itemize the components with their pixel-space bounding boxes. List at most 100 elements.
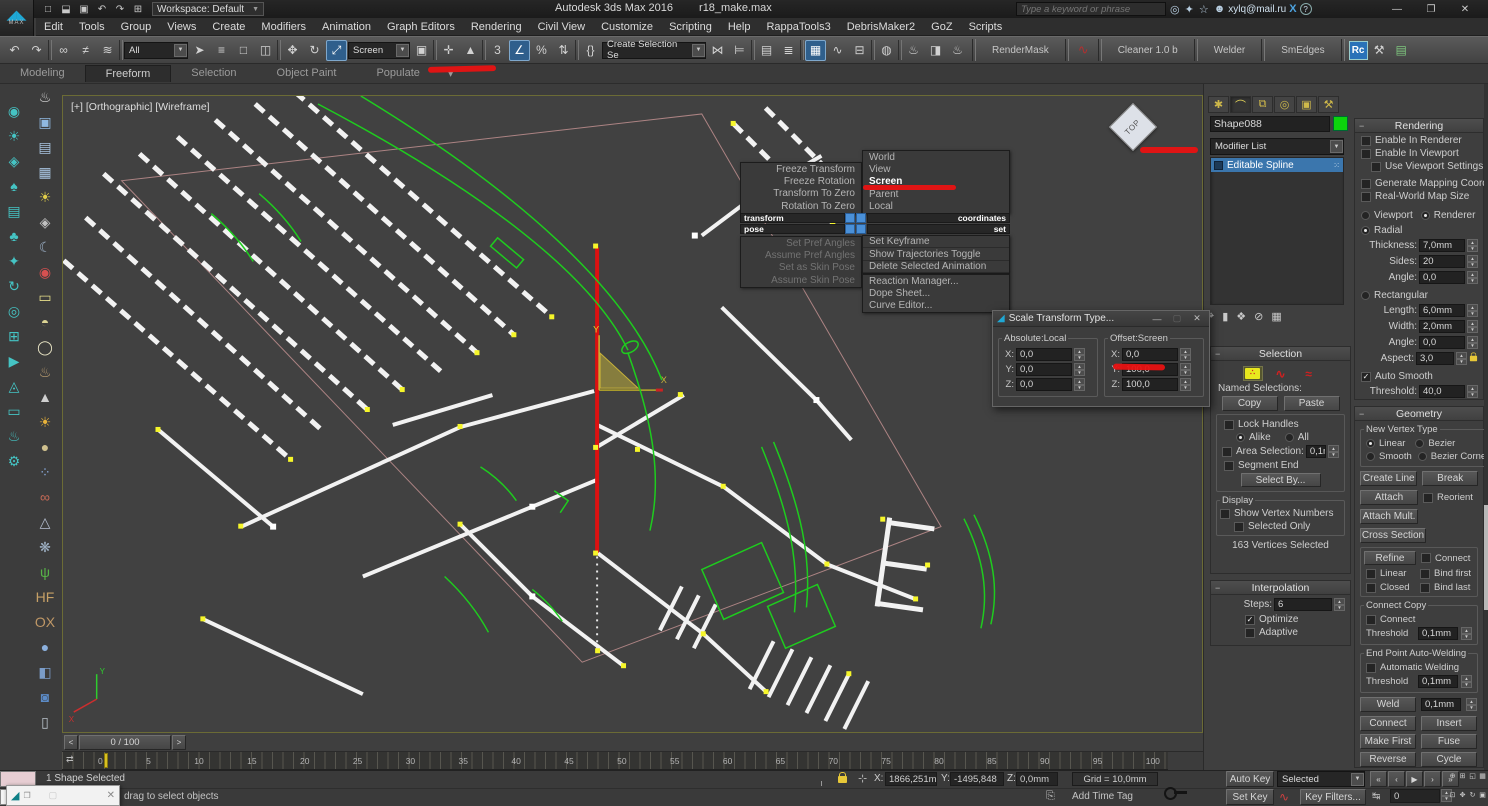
smooth-threshold-field[interactable]: 40,0 [1419, 385, 1465, 398]
quad-menu-item[interactable]: Delete Selected Animation [863, 261, 1009, 273]
radial-radio[interactable]: Radial [1361, 225, 1477, 236]
menu-item[interactable]: RappaTools3 [758, 21, 838, 33]
aspect-lock-icon[interactable] [1470, 356, 1477, 362]
angle-snap-icon[interactable]: ∠ [509, 40, 530, 61]
refine-connect-checkbox[interactable]: Connect [1421, 553, 1470, 564]
split-view-icon[interactable]: ⊞ [2, 325, 26, 347]
light-rig-icon[interactable]: ⚙ [2, 450, 26, 472]
sides-field[interactable]: 20 [1419, 255, 1465, 268]
menu-item[interactable]: Graph Editors [379, 21, 463, 33]
account-label[interactable]: xylq@mail.ru [1228, 4, 1286, 15]
reverse-button[interactable]: Reverse [1360, 752, 1416, 767]
rendermask-button[interactable]: RenderMask [980, 39, 1061, 61]
select-and-rotate-icon[interactable]: ↻ [304, 40, 325, 61]
spreadsheet-icon[interactable]: ▦ [33, 161, 57, 183]
zoom-extents-all-icon[interactable]: ▦ [1478, 772, 1487, 780]
tab-hierarchy[interactable]: ⧉ [1252, 96, 1273, 113]
grass-icon[interactable]: ψ [33, 561, 57, 583]
sphere-array-icon[interactable]: ◎ [2, 300, 26, 322]
rectangular-selection-icon[interactable]: □ [233, 40, 254, 61]
render-setup-icon[interactable]: ♨ [903, 40, 924, 61]
panel-scrollbar[interactable] [1484, 84, 1488, 770]
tab-display[interactable]: ▣ [1296, 96, 1317, 113]
make-first-button[interactable]: Make First [1360, 734, 1416, 749]
molecule-icon[interactable]: ∞ [33, 486, 57, 508]
quad-center-icon[interactable] [845, 213, 855, 223]
list-panel-icon[interactable]: ▤ [33, 136, 57, 158]
bind-last-checkbox[interactable]: Bind last [1420, 582, 1470, 593]
fuse-button[interactable]: Fuse [1421, 734, 1477, 749]
menu-item[interactable]: Views [159, 21, 204, 33]
trees-icon[interactable]: ♠ [2, 175, 26, 197]
mini-curve-editor-icon[interactable]: ⇄ [66, 754, 74, 765]
key-step-toggle-icon[interactable]: ↹ [1372, 791, 1380, 802]
enable-in-viewport-checkbox[interactable]: Enable In Viewport [1361, 148, 1477, 159]
weld-threshold-spinner[interactable]: ▲▼ [1466, 698, 1477, 711]
orbit-icon[interactable]: ↻ [1468, 791, 1477, 799]
show-end-result-icon[interactable]: ▮ [1222, 310, 1228, 323]
pan-icon[interactable]: ✥ [1458, 791, 1467, 799]
offset-x-spinner[interactable]: ▲▼ [1180, 348, 1191, 361]
billboard-icon[interactable]: ▤ [2, 200, 26, 222]
new-file-icon[interactable]: □ [40, 2, 56, 16]
quad-menu-item[interactable]: Reaction Manager... [863, 275, 1009, 287]
menu-item[interactable]: GoZ [923, 21, 960, 33]
schematic-view-icon[interactable]: ⊟ [849, 40, 870, 61]
interpolation-rollout-header[interactable]: −Interpolation [1211, 581, 1350, 595]
connect-copy-checkbox[interactable]: Connect [1366, 614, 1472, 625]
snap-toggle-3d-icon[interactable]: 3 [487, 40, 508, 61]
camera-mic-icon[interactable]: ◈ [33, 211, 57, 233]
debrismaker-icon[interactable]: ∿ [1073, 40, 1094, 61]
dialog-title-bar[interactable]: ◢ Scale Transform Type... — ▢ ✕ [993, 311, 1209, 327]
light-lister-icon[interactable]: ☀ [33, 186, 57, 208]
play-icon[interactable]: ▶ [1406, 771, 1423, 787]
paste-button[interactable]: Paste [1284, 396, 1340, 411]
open-file-icon[interactable]: ⬓ [58, 2, 74, 16]
width-field[interactable]: 2,0mm [1419, 320, 1465, 333]
selection-rollout-header[interactable]: −Selection [1211, 347, 1350, 361]
search-go-icon[interactable]: ◎ [1170, 3, 1180, 16]
mirror-icon[interactable]: ⋈ [707, 40, 728, 61]
scatter-icon[interactable]: ⁘ [33, 461, 57, 483]
welder-button[interactable]: Welder [1202, 39, 1258, 61]
tab-modify[interactable]: ⌒ [1230, 96, 1251, 113]
connect-copy-threshold-spinner[interactable]: ▲▼ [1461, 627, 1472, 640]
viewport-radio[interactable]: Viewport [1361, 210, 1413, 221]
exchange-icon[interactable]: X [1289, 3, 1296, 15]
refine-button[interactable]: Refine [1364, 551, 1416, 565]
area-selection-spinner[interactable]: ▲▼ [1328, 445, 1339, 458]
scene-explorer-icon[interactable]: ▦ [805, 40, 826, 61]
quad-menu-coord-item[interactable]: Parent [863, 188, 1009, 200]
quad-menu-item[interactable]: Show Trajectories Toggle [863, 248, 1009, 260]
selection-set-key-dropdown[interactable]: Selected ▼ [1277, 771, 1365, 787]
sun-light-icon[interactable]: ☀ [33, 411, 57, 433]
sphere-tan-icon[interactable]: ● [33, 436, 57, 458]
copy-button[interactable]: Copy [1222, 396, 1278, 411]
connect-copy-threshold-field[interactable]: 0,1mm [1418, 627, 1458, 640]
dialog-close-button[interactable]: ✕ [1189, 313, 1205, 324]
panel-scrollbar-thumb[interactable] [1484, 505, 1488, 610]
linear-radio[interactable]: Linear [1366, 438, 1405, 449]
quad-menu-item[interactable]: Transform To Zero [741, 188, 861, 200]
rendered-frame-icon[interactable]: ◨ [925, 40, 946, 61]
quad-menu-coord-item[interactable]: Local [863, 201, 1009, 213]
user-icon[interactable]: ☻ [1214, 3, 1226, 16]
teapot-icon[interactable]: ♨ [2, 425, 26, 447]
viewport-orthographic[interactable]: [+] [Orthographic] [Wireframe] TOP [62, 95, 1203, 733]
edit-named-selections-icon[interactable]: {} [580, 40, 601, 61]
segment-subobject-icon[interactable]: ∿ [1271, 366, 1291, 381]
document-icon[interactable]: ▯ [33, 711, 57, 733]
close-button[interactable]: ✕ [1448, 0, 1482, 18]
object-color-swatch[interactable] [1333, 116, 1348, 131]
select-and-scale-icon[interactable]: ⤢ [326, 40, 347, 61]
key-filters-button[interactable]: Key Filters... [1300, 789, 1366, 805]
quad-menu-coord-item[interactable]: View [863, 163, 1009, 175]
undo-icon[interactable]: ↶ [4, 40, 25, 61]
renderer-radio[interactable]: Renderer [1421, 210, 1476, 221]
bezier-corner-radio[interactable]: Bezier Corner [1418, 451, 1488, 462]
steps-spinner[interactable]: ▲▼ [1334, 598, 1345, 611]
x-coord-field[interactable]: 1866,251m [885, 772, 937, 786]
weld-button[interactable]: Weld [1360, 697, 1416, 712]
light-icon[interactable]: ◉ [2, 100, 26, 122]
reference-coordinate-dropdown[interactable]: Screen ▼ [348, 42, 410, 59]
